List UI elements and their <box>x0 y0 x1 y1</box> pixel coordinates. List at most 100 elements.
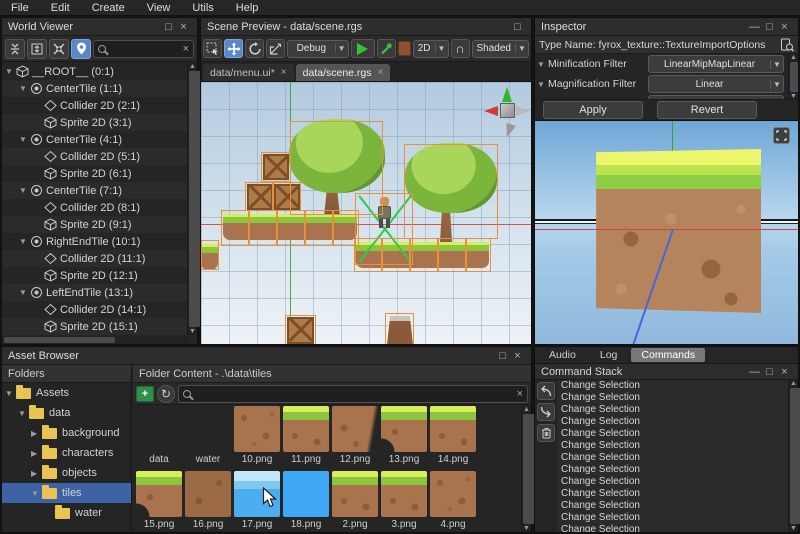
asset-thumbnail[interactable] <box>185 406 231 452</box>
gizmo-y-handle[interactable] <box>502 87 512 102</box>
command-stack-item[interactable]: Change Selection <box>557 500 788 512</box>
expand-all-button[interactable] <box>27 39 47 59</box>
tree-node-row[interactable]: Sprite 2D (9:1) <box>2 216 187 233</box>
expander-icon[interactable]: ▶ <box>31 449 42 458</box>
tree-node-row[interactable]: Collider 2D (8:1) <box>2 199 187 216</box>
menu-item[interactable]: View <box>136 1 182 15</box>
command-stack-item[interactable]: Change Selection <box>557 464 788 476</box>
select-tool-button[interactable] <box>203 39 222 58</box>
menu-item[interactable]: Create <box>81 1 136 15</box>
asset-thumbnail[interactable] <box>136 406 182 452</box>
asset-item[interactable]: 12.png <box>331 406 379 470</box>
tree-node-row[interactable]: ▼ __ROOT__ (0:1) <box>2 63 187 80</box>
asset-search-input[interactable] <box>195 388 513 400</box>
tree-node-row[interactable]: Collider 2D (2:1) <box>2 97 187 114</box>
asset-item[interactable]: 16.png <box>184 471 232 532</box>
scroll-thumb[interactable] <box>790 388 800 524</box>
asset-thumbnail[interactable] <box>136 471 182 517</box>
command-stack-item[interactable]: Change Selection <box>557 380 788 392</box>
asset-item[interactable]: water <box>184 406 232 470</box>
asset-item[interactable]: 13.png <box>380 406 428 470</box>
asset-item[interactable]: 3.png <box>380 471 428 532</box>
expander-icon[interactable]: ▼ <box>537 80 546 89</box>
clear-stack-button[interactable] <box>537 424 555 442</box>
menu-item[interactable]: Utils <box>181 1 224 15</box>
maximize-icon[interactable]: □ <box>762 366 777 378</box>
menu-item[interactable]: File <box>0 1 40 15</box>
locate-selection-button[interactable] <box>71 39 91 59</box>
minimize-icon[interactable]: — <box>747 21 762 33</box>
asset-thumbnail[interactable] <box>381 406 427 452</box>
folder-tree-row[interactable]: ▼ tiles <box>2 483 131 503</box>
asset-item[interactable]: 11.png <box>282 406 330 470</box>
expander-icon[interactable]: ▼ <box>31 489 42 498</box>
build-button[interactable] <box>377 39 396 58</box>
scroll-up-icon[interactable]: ▲ <box>789 54 798 61</box>
scroll-down-icon[interactable]: ▼ <box>789 525 798 532</box>
collapse-all-button[interactable] <box>5 39 25 59</box>
scene-tab[interactable]: data/scene.rgs × <box>296 64 391 81</box>
gizmo-x-handle[interactable] <box>516 106 530 116</box>
asset-item[interactable]: 4.png <box>429 471 477 532</box>
expander-icon[interactable]: ▼ <box>19 186 30 195</box>
property-dropdown[interactable]: Repeat ▼ <box>648 95 784 100</box>
doc-search-icon[interactable] <box>780 38 794 52</box>
close-icon[interactable]: × <box>777 21 792 33</box>
asset-thumbnail[interactable] <box>430 406 476 452</box>
expander-icon[interactable]: ▼ <box>5 389 16 398</box>
color-swatch[interactable] <box>398 41 411 56</box>
scene-viewport[interactable] <box>201 82 531 344</box>
command-stack-item[interactable]: Change Selection <box>557 476 788 488</box>
snap-toggle-button[interactable]: ∩ <box>451 39 470 58</box>
expander-icon[interactable]: ▼ <box>19 288 30 297</box>
expander-icon[interactable]: ▼ <box>5 67 16 76</box>
expander-icon[interactable]: ▼ <box>537 60 546 69</box>
folder-tree-row[interactable]: water <box>2 503 131 523</box>
tree-node-row[interactable]: Collider 2D (14:1) <box>2 301 187 318</box>
tree-node-row[interactable]: Sprite 2D (12:1) <box>2 267 187 284</box>
asset-thumbnail[interactable] <box>381 471 427 517</box>
asset-item[interactable]: 18.png <box>282 471 330 532</box>
asset-thumbnail[interactable] <box>283 406 329 452</box>
folder-tree-row[interactable]: ▶ objects <box>2 463 131 483</box>
asset-item[interactable]: 10.png <box>233 406 281 470</box>
asset-thumbnail[interactable] <box>283 471 329 517</box>
tree-node-row[interactable]: Sprite 2D (6:1) <box>2 165 187 182</box>
fit-selection-button[interactable] <box>49 39 69 59</box>
maximize-icon[interactable]: □ <box>495 350 510 362</box>
bottom-tab[interactable]: Log <box>590 348 628 362</box>
rotate-tool-button[interactable] <box>245 39 264 58</box>
undo-button[interactable] <box>537 382 555 400</box>
menu-item[interactable]: Edit <box>40 1 81 15</box>
asset-thumbnail[interactable] <box>430 471 476 517</box>
folder-tree-row[interactable]: ▼ Assets <box>2 383 131 403</box>
clear-search-icon[interactable]: × <box>517 388 523 400</box>
minimize-icon[interactable]: — <box>747 366 762 378</box>
tree-node-row[interactable]: ▼ CenterTile (1:1) <box>2 80 187 97</box>
apply-button[interactable]: Apply <box>543 101 643 119</box>
clear-search-icon[interactable]: × <box>183 43 189 55</box>
asset-item[interactable]: data <box>135 406 183 470</box>
tree-node-row[interactable]: Sprite 2D (15:1) <box>2 318 187 335</box>
expander-icon[interactable]: ▶ <box>31 469 42 478</box>
hscroll-thumb[interactable] <box>4 337 115 343</box>
tree-node-row[interactable]: ▼ LeftEndTile (13:1) <box>2 284 187 301</box>
scroll-down-icon[interactable]: ▼ <box>188 328 197 335</box>
command-stack-item[interactable]: Change Selection <box>557 524 788 532</box>
close-icon[interactable]: × <box>176 21 191 33</box>
close-tab-icon[interactable]: × <box>281 67 287 78</box>
bottom-tab[interactable]: Audio <box>539 348 586 362</box>
command-stack-item[interactable]: Change Selection <box>557 392 788 404</box>
asset-thumbnail[interactable] <box>234 406 280 452</box>
asset-thumbnail[interactable] <box>332 471 378 517</box>
asset-grid-scrollbar[interactable]: ▲ ▼ <box>521 406 531 532</box>
scroll-up-icon[interactable]: ▲ <box>522 406 531 413</box>
expander-icon[interactable]: ▼ <box>19 237 30 246</box>
tree-node-row[interactable]: ▼ RightEndTile (10:1) <box>2 233 187 250</box>
bottom-tab[interactable]: Commands <box>631 348 705 362</box>
maximize-icon[interactable]: □ <box>762 21 777 33</box>
transform-gizmo[interactable] <box>483 86 531 138</box>
world-viewer-hscrollbar[interactable] <box>2 336 187 344</box>
expander-icon[interactable]: ▼ <box>537 100 546 101</box>
close-icon[interactable]: × <box>510 350 525 362</box>
